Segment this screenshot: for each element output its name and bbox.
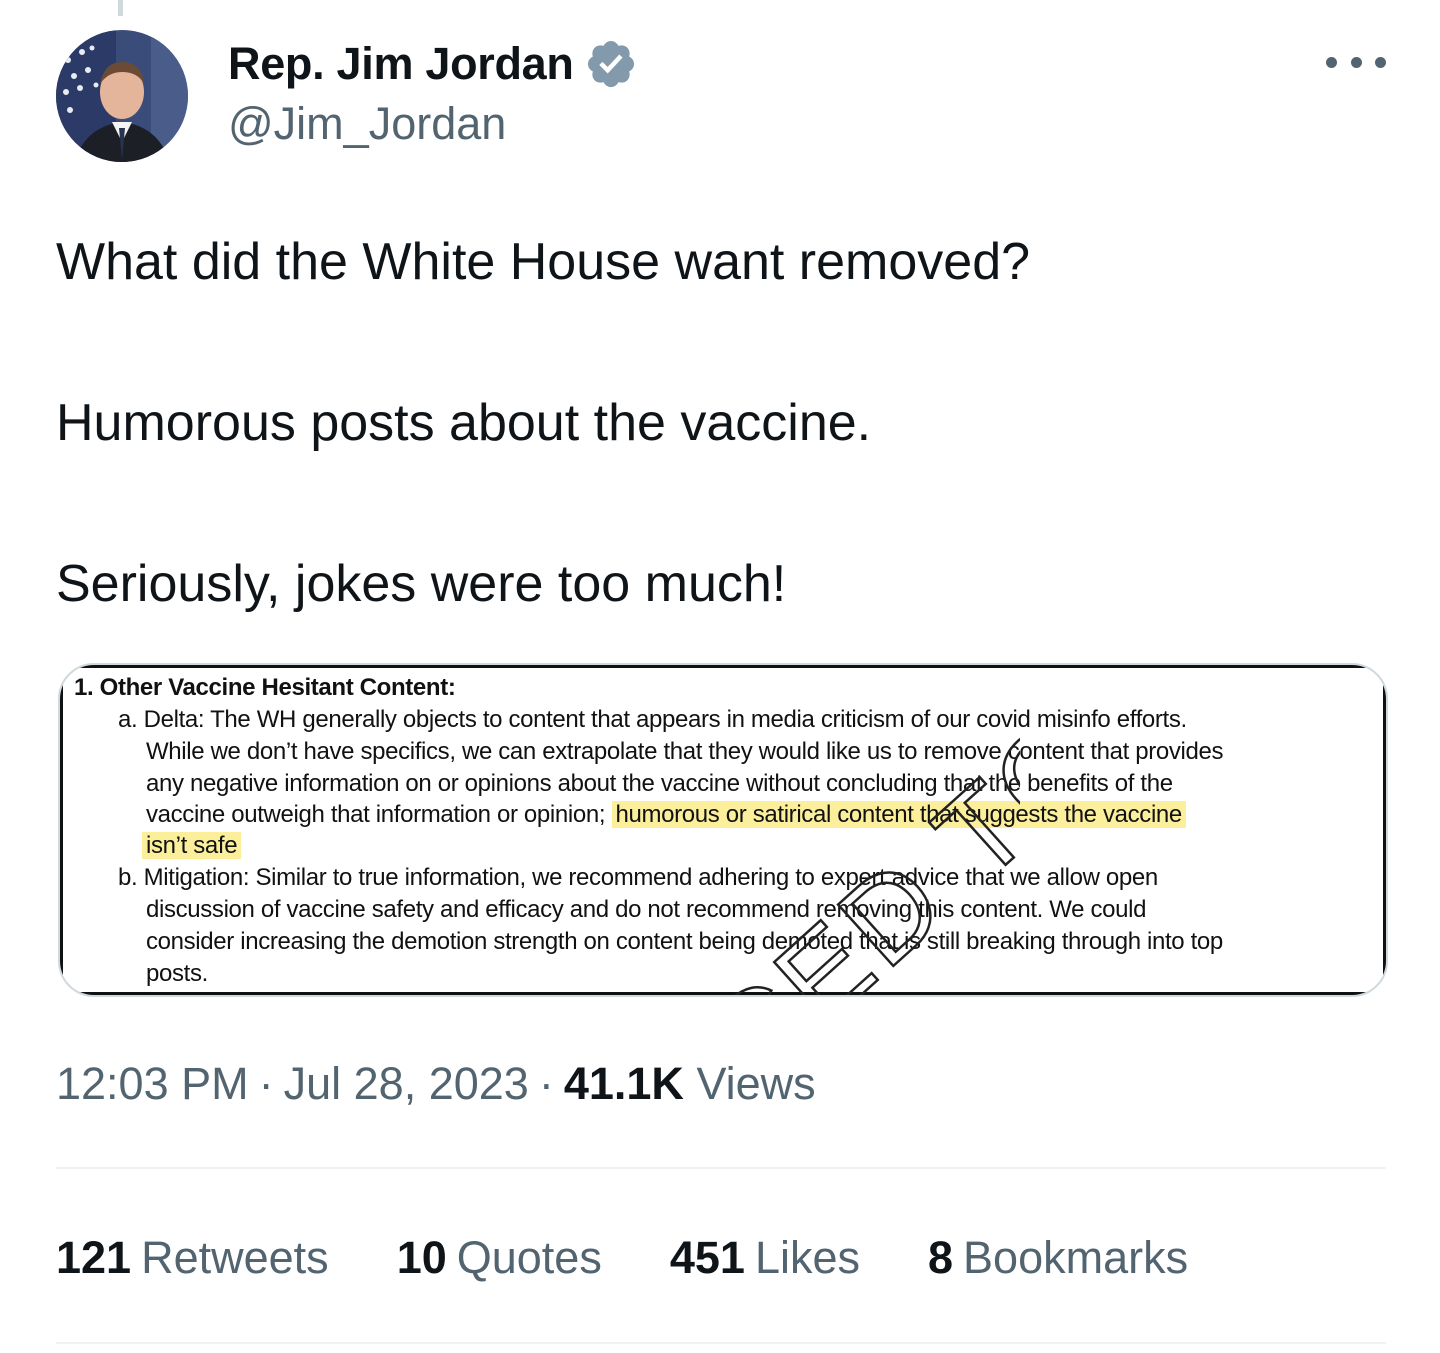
document-line: While we don’t have specifics, we can ex… (146, 738, 1224, 765)
document-highlight: isn’t safe (142, 832, 242, 859)
document-line: vaccine outweigh that information or opi… (146, 800, 1186, 830)
document-line: discussion of vaccine safety and efficac… (146, 896, 1147, 923)
stat-count: 451 (669, 1232, 745, 1283)
document-line: posts. (146, 960, 208, 987)
document-line: b. Mitigation: Similar to true informati… (118, 864, 1158, 891)
document-line: consider increasing the demotion strengt… (146, 928, 1223, 955)
bookmarks-stat[interactable]: 8 Bookmarks (928, 1228, 1188, 1288)
stat-count: 10 (396, 1232, 447, 1283)
document-line: any negative information on or opinions … (146, 770, 1173, 797)
avatar[interactable] (56, 30, 188, 162)
tweet-text-line: What did the White House want removed? (56, 233, 1031, 291)
more-options-icon[interactable] (1326, 44, 1386, 80)
document-line: a. Delta: The WH generally objects to co… (118, 706, 1187, 733)
stat-label: Retweets (141, 1232, 329, 1283)
quotes-stat[interactable]: 10 Quotes (397, 1228, 602, 1288)
document-border (1383, 665, 1386, 995)
stat-label: Likes (754, 1232, 860, 1283)
more-dot (1350, 56, 1362, 68)
document-highlight: humorous or satirical content that sugge… (611, 801, 1186, 828)
likes-stat[interactable]: 451 Likes (670, 1228, 860, 1288)
meta-separator: · (538, 1058, 554, 1109)
divider (56, 1342, 1386, 1344)
document-heading: 1. Other Vaccine Hesitant Content: (74, 674, 456, 701)
stat-count: 8 (928, 1232, 954, 1283)
tweet-date[interactable]: Jul 28, 2023 (284, 1058, 529, 1109)
tweet-time[interactable]: 12:03 PM (56, 1058, 249, 1109)
author-name-row: Rep. Jim Jordan (228, 36, 638, 92)
document-border (60, 665, 1386, 668)
stat-count: 121 (56, 1232, 132, 1283)
views-label[interactable]: Views (696, 1058, 815, 1109)
meta-separator: · (258, 1058, 274, 1109)
views-count[interactable]: 41.1K (564, 1058, 684, 1109)
author-handle[interactable]: @Jim_Jordan (228, 98, 638, 150)
tweet-meta: 12:03 PM · Jul 28, 2023 · 41.1K Views (56, 1054, 816, 1114)
stat-label: Bookmarks (963, 1232, 1189, 1283)
tweet-media-image[interactable]: 1. Other Vaccine Hesitant Content: a. De… (58, 663, 1388, 997)
document-border (60, 992, 1386, 995)
more-dot (1326, 56, 1337, 68)
document-line: isn’t safe (142, 831, 242, 861)
more-dot (1375, 56, 1386, 68)
stat-label: Quotes (456, 1232, 602, 1283)
tweet-text-line: Humorous posts about the vaccine. (56, 394, 872, 452)
tweet-author: Rep. Jim Jordan @Jim_Jordan (228, 36, 638, 150)
avatar-image (56, 30, 188, 162)
author-display-name[interactable]: Rep. Jim Jordan (228, 38, 574, 90)
retweets-stat[interactable]: 121 Retweets (56, 1228, 329, 1288)
document-border (60, 665, 63, 995)
verified-badge-icon[interactable] (584, 37, 638, 91)
divider (56, 1167, 1386, 1169)
thread-connector-line (118, 0, 123, 16)
document-text: vaccine outweigh that information or opi… (146, 801, 606, 828)
tweet-text-line: Seriously, jokes were too much! (56, 555, 787, 613)
document-screenshot: 1. Other Vaccine Hesitant Content: a. De… (60, 665, 1386, 995)
engagement-stats: 121 Retweets 10 Quotes 451 Likes 8 Bookmarks (56, 1228, 1256, 1288)
